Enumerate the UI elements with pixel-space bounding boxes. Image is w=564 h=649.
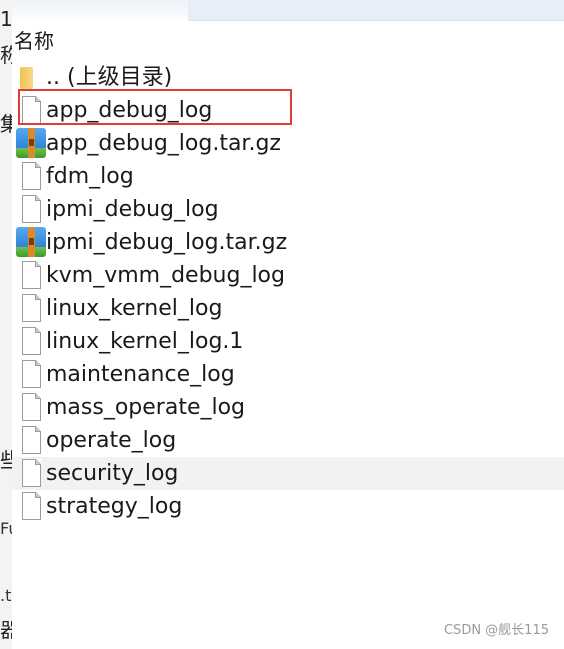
file-icon <box>12 325 46 358</box>
file-row[interactable]: app_debug_log <box>12 94 564 127</box>
file-row[interactable]: security_log <box>12 457 564 490</box>
file-name: operate_log <box>46 428 177 453</box>
file-row[interactable]: strategy_log <box>12 490 564 523</box>
file-row[interactable]: mass_operate_log <box>12 391 564 424</box>
file-name: linux_kernel_log.1 <box>46 329 244 354</box>
file-name: fdm_log <box>46 164 134 189</box>
file-name: mass_operate_log <box>46 395 246 420</box>
file-icon <box>12 193 46 226</box>
file-row[interactable]: linux_kernel_log <box>12 292 564 325</box>
file-name: strategy_log <box>46 494 183 519</box>
file-name: kvm_vmm_debug_log <box>46 263 285 288</box>
archive-icon <box>12 127 46 160</box>
parent-folder-icon <box>12 61 46 94</box>
top-toolbar-strip <box>12 0 564 24</box>
background-text-fragment: 称 <box>0 44 12 66</box>
file-name: app_debug_log.tar.gz <box>46 131 281 156</box>
background-text-fragment: .t <box>0 586 12 605</box>
file-name: ipmi_debug_log.tar.gz <box>46 230 288 255</box>
file-name: .. (上级目录) <box>46 65 173 90</box>
archive-icon <box>12 226 46 259</box>
file-icon <box>12 457 46 490</box>
background-text-fragment: Fu <box>0 519 12 538</box>
file-row[interactable]: operate_log <box>12 424 564 457</box>
file-icon <box>12 160 46 193</box>
file-row[interactable]: ipmi_debug_log.tar.gz <box>12 226 564 259</box>
screenshot-stage: 1 称 集 些 Fu .t 器 名称 .. (上级目录) app_debug_lo… <box>0 0 564 649</box>
file-list: .. (上级目录) app_debug_log app_debug_log.tar.… <box>12 61 564 523</box>
path-bar[interactable] <box>188 0 564 21</box>
column-header-name[interactable]: 名称 <box>14 28 54 54</box>
file-icon <box>12 259 46 292</box>
file-row[interactable]: .. (上级目录) <box>12 61 564 94</box>
background-text-fragment: 1 <box>0 8 12 30</box>
background-window-edge: 1 称 集 些 Fu .t 器 <box>0 0 12 649</box>
file-row[interactable]: fdm_log <box>12 160 564 193</box>
file-name: security_log <box>46 461 179 486</box>
file-name: linux_kernel_log <box>46 296 223 321</box>
file-row[interactable]: maintenance_log <box>12 358 564 391</box>
file-icon <box>12 391 46 424</box>
file-name: ipmi_debug_log <box>46 197 219 222</box>
background-text-fragment: 集 <box>0 113 12 135</box>
file-list-panel: 名称 .. (上级目录) app_debug_log app_debug_log.t… <box>12 0 564 649</box>
file-icon <box>12 490 46 523</box>
watermark: CSDN @舰长115 <box>443 623 549 638</box>
file-row[interactable]: kvm_vmm_debug_log <box>12 259 564 292</box>
file-icon <box>12 94 46 127</box>
file-icon <box>12 424 46 457</box>
background-text-fragment: 器 <box>0 619 12 641</box>
file-row[interactable]: ipmi_debug_log <box>12 193 564 226</box>
file-icon <box>12 358 46 391</box>
file-icon <box>12 292 46 325</box>
file-row[interactable]: app_debug_log.tar.gz <box>12 127 564 160</box>
file-row[interactable]: linux_kernel_log.1 <box>12 325 564 358</box>
background-text-fragment: 些 <box>0 449 12 471</box>
file-name: maintenance_log <box>46 362 235 387</box>
file-name: app_debug_log <box>46 98 213 123</box>
